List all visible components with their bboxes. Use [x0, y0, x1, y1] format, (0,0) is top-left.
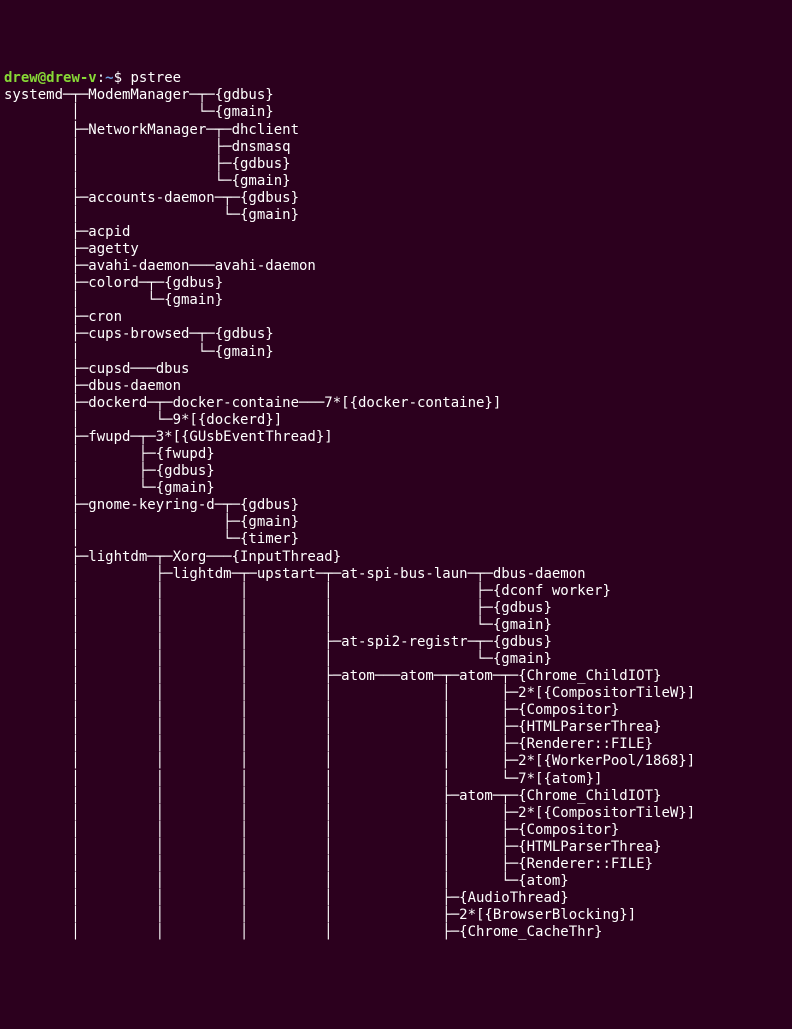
pstree-output: systemd─┬─ModemManager─┬─{gdbus} │ └─{gm… — [4, 87, 788, 941]
prompt-path: ~ — [105, 70, 113, 86]
prompt-dollar: $ — [114, 70, 122, 86]
prompt-at: @ — [38, 70, 46, 86]
prompt-colon: : — [97, 70, 105, 86]
command-text: pstree — [130, 70, 181, 86]
prompt-host: drew-v — [46, 70, 97, 86]
terminal-output[interactable]: drew@drew-v:~$ pstree systemd─┬─ModemMan… — [0, 68, 792, 943]
prompt-user: drew — [4, 70, 38, 86]
